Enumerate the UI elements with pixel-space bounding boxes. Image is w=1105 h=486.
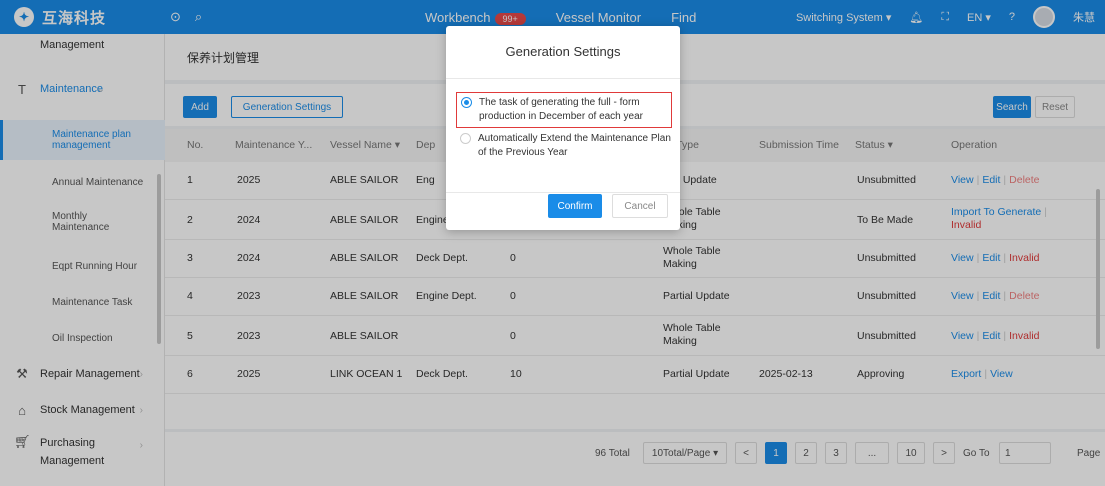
radio-checked-icon[interactable] [461,97,472,108]
divider [446,192,680,193]
confirm-button[interactable]: Confirm [548,194,602,218]
option-label: The task of generating the full - form p… [479,97,643,122]
option-auto-extend[interactable]: Automatically Extend the Maintenance Pla… [460,132,676,160]
option-label: Automatically Extend the Maintenance Pla… [478,133,671,158]
generation-settings-dialog: Generation Settings The task of generati… [446,26,680,230]
cancel-button[interactable]: Cancel [612,194,668,218]
divider [446,78,680,79]
dialog-title: Generation Settings [505,44,621,59]
option-full-form-generation[interactable]: The task of generating the full - form p… [456,92,672,128]
radio-unchecked-icon[interactable] [460,133,471,144]
